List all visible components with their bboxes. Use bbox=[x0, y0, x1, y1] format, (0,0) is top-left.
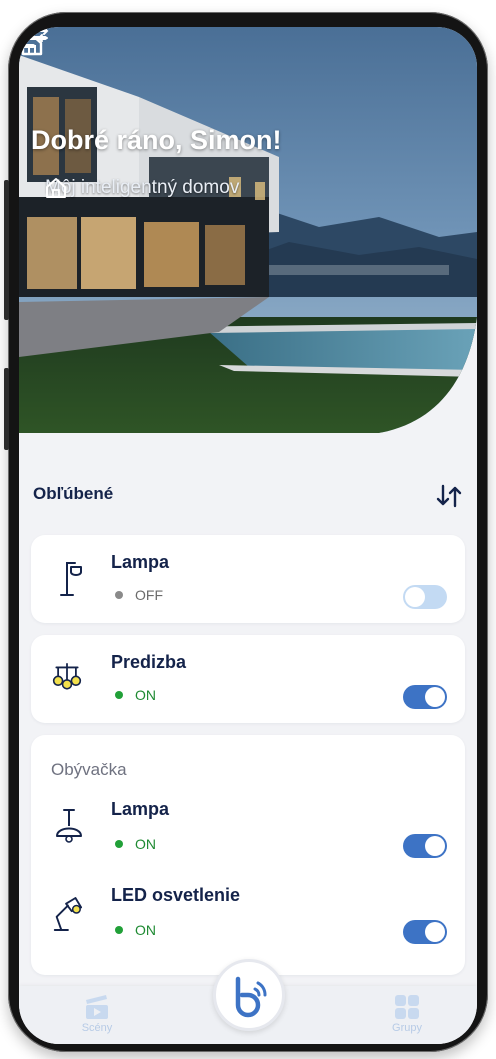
nav-scenes-label: Scény bbox=[81, 1022, 113, 1034]
status-text: OFF bbox=[135, 587, 163, 603]
power-toggle[interactable] bbox=[403, 585, 447, 609]
device-status: ON bbox=[115, 687, 156, 703]
nav-groups-label: Grupy bbox=[392, 1022, 422, 1034]
device-name: Lampa bbox=[111, 552, 170, 572]
scenes-icon bbox=[86, 995, 108, 1019]
room-name: Obývačka bbox=[51, 760, 127, 779]
phone-side-button bbox=[4, 368, 9, 450]
desk-lamp-icon bbox=[53, 897, 83, 931]
assistant-button[interactable] bbox=[213, 959, 285, 1031]
favorites-title: Obľúbené bbox=[33, 484, 114, 503]
greeting-title: Dobré ráno, Simon! bbox=[31, 125, 282, 155]
status-dot bbox=[115, 840, 123, 848]
sort-icon[interactable] bbox=[435, 482, 463, 510]
pendant-lights-icon bbox=[52, 663, 82, 690]
power-toggle[interactable] bbox=[403, 920, 447, 944]
status-dot bbox=[115, 926, 123, 934]
floor-lamp-icon bbox=[60, 562, 82, 596]
nav-groups[interactable]: Grupy bbox=[377, 994, 437, 1034]
switch-home-icon[interactable] bbox=[19, 27, 49, 57]
groups-icon bbox=[395, 995, 419, 1019]
toggle-knob bbox=[425, 836, 445, 856]
device-name: Lampa bbox=[111, 799, 170, 819]
device-name: LED osvetlenie bbox=[111, 885, 241, 905]
status-text: ON bbox=[135, 836, 156, 852]
phone-side-button bbox=[4, 180, 9, 320]
status-text: ON bbox=[135, 922, 156, 938]
toggle-knob bbox=[425, 687, 445, 707]
room-card: Obývačka Lampa ON LED osvetlenie ON bbox=[31, 735, 465, 975]
hero-house-image bbox=[19, 27, 477, 433]
app-screen: Dobré ráno, Simon! Môj inteligentný domo… bbox=[19, 27, 477, 1044]
device-status: ON bbox=[115, 836, 156, 852]
ceiling-lamp-icon bbox=[56, 809, 82, 843]
app-logo-icon bbox=[235, 976, 267, 1018]
home-icon bbox=[46, 178, 66, 198]
status-dot bbox=[115, 591, 123, 599]
favorites-header: Obľúbené bbox=[33, 482, 463, 512]
status-text: ON bbox=[135, 687, 156, 703]
power-toggle[interactable] bbox=[403, 685, 447, 709]
home-selector[interactable]: Môj inteligentný domov bbox=[45, 177, 239, 199]
device-name: Predizba bbox=[111, 652, 187, 672]
device-status: ON bbox=[115, 922, 156, 938]
device-card[interactable]: Lampa OFF bbox=[31, 535, 465, 623]
status-dot bbox=[115, 691, 123, 699]
device-status: OFF bbox=[115, 587, 163, 603]
nav-scenes[interactable]: Scény bbox=[67, 994, 127, 1034]
power-toggle[interactable] bbox=[403, 834, 447, 858]
device-card[interactable]: Predizba ON bbox=[31, 635, 465, 723]
home-name: Môj inteligentný domov bbox=[45, 177, 240, 198]
toggle-knob bbox=[425, 922, 445, 942]
hero-banner: Dobré ráno, Simon! Môj inteligentný domo… bbox=[19, 27, 477, 435]
toggle-knob bbox=[405, 587, 425, 607]
